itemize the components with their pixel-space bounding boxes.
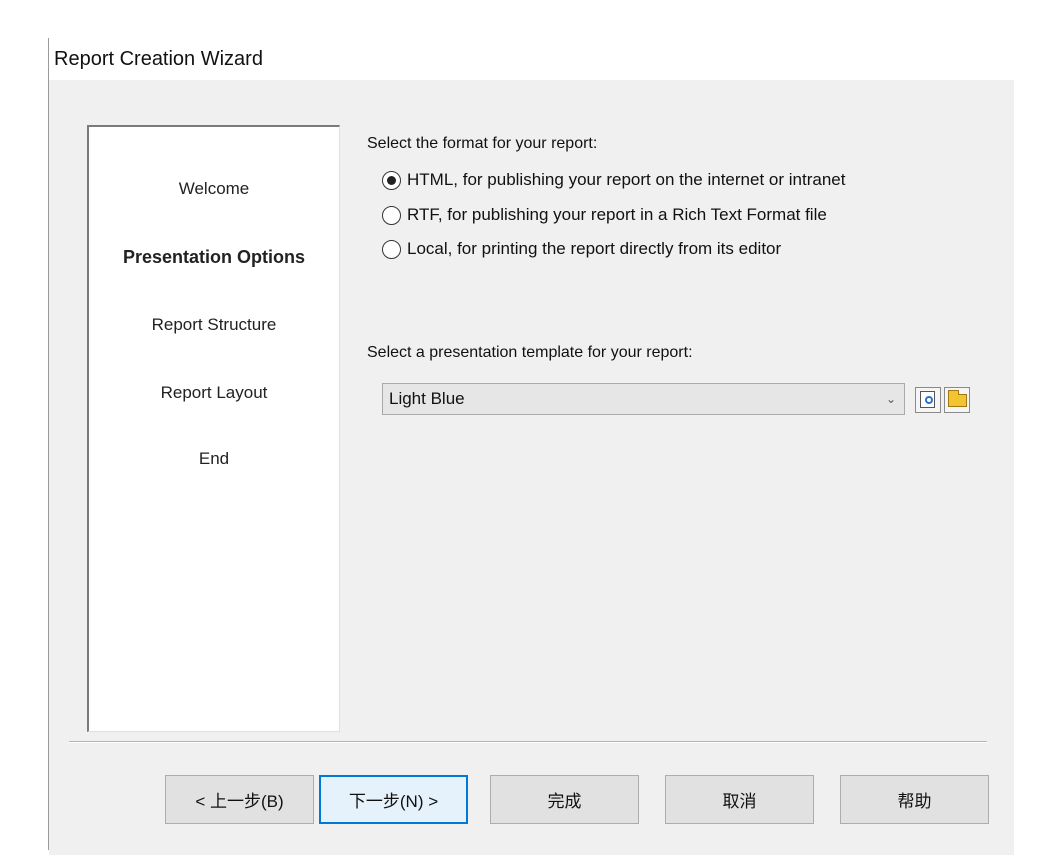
preview-icon <box>920 391 935 408</box>
help-button[interactable]: 帮助 <box>840 775 989 824</box>
template-prompt: Select a presentation template for your … <box>367 344 693 361</box>
preview-button[interactable] <box>915 387 941 413</box>
step-report-layout: Report Layout <box>160 383 268 402</box>
separator-highlight <box>69 742 987 743</box>
steps-panel: Welcome Presentation Options Report Stru… <box>87 125 340 732</box>
radio-rtf-button[interactable] <box>382 205 401 225</box>
radio-html-label: HTML, for publishing your report on the … <box>407 170 846 189</box>
radio-local-button[interactable] <box>382 239 401 259</box>
step-report-structure: Report Structure <box>151 315 277 334</box>
window-title: Report Creation Wizard <box>54 46 263 76</box>
step-welcome: Welcome <box>178 179 250 198</box>
back-button[interactable]: < 上一步(B) <box>165 775 314 824</box>
folder-icon <box>948 390 967 407</box>
radio-local[interactable]: Local, for printing the report directly … <box>382 238 781 260</box>
next-button[interactable]: 下一步(N) > <box>319 775 468 824</box>
step-presentation-options: Presentation Options <box>122 247 306 267</box>
template-select[interactable]: Light Blue ⌄ <box>382 383 905 415</box>
radio-html-button[interactable] <box>382 170 401 190</box>
step-end: End <box>198 449 230 468</box>
format-prompt: Select the format for your report: <box>367 135 598 152</box>
wizard-dialog: Welcome Presentation Options Report Stru… <box>49 80 1014 855</box>
browse-button[interactable] <box>944 387 970 413</box>
template-select-value: Light Blue <box>389 389 465 408</box>
radio-html[interactable]: HTML, for publishing your report on the … <box>382 169 845 191</box>
radio-rtf-label: RTF, for publishing your report in a Ric… <box>407 205 827 224</box>
chevron-down-icon[interactable]: ⌄ <box>886 384 896 414</box>
radio-local-label: Local, for printing the report directly … <box>407 239 782 258</box>
finish-button[interactable]: 完成 <box>490 775 639 824</box>
radio-rtf[interactable]: RTF, for publishing your report in a Ric… <box>382 204 827 226</box>
cancel-button[interactable]: 取消 <box>665 775 814 824</box>
